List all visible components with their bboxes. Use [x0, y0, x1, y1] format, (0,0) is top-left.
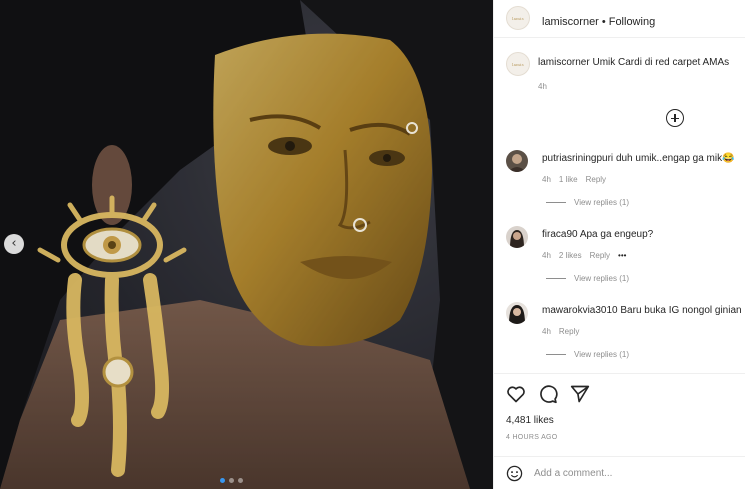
post-photo: ‹ [0, 0, 493, 489]
comment-meta: 4h 1 like Reply [542, 175, 606, 184]
comment-username[interactable]: firaca90 [542, 229, 578, 240]
avatar-logo-text: lamis [512, 61, 524, 67]
add-comment-input[interactable] [534, 466, 724, 480]
load-more-comments-button[interactable] [666, 109, 684, 127]
comment-text: Apa ga engeup? [579, 229, 654, 240]
caption-body: Umik Cardi di red carpet AMAs [592, 57, 730, 68]
comment-icon[interactable] [538, 384, 558, 404]
reply-button[interactable]: Reply [559, 327, 579, 336]
carousel-dot [238, 478, 243, 483]
commenter-avatar[interactable] [506, 150, 528, 172]
heart-icon[interactable] [506, 384, 526, 404]
post-header: lamis lamiscorner • Following [494, 0, 745, 38]
more-options-icon[interactable]: ••• [618, 251, 626, 260]
carousel-dot [220, 478, 225, 483]
comment-item: putriasriningpuri duh umik..engap ga mik… [506, 150, 745, 210]
caption-username[interactable]: lamiscorner [538, 57, 590, 68]
comment-text: duh umik..engap ga mik [615, 153, 723, 164]
comment-username[interactable]: putriasriningpuri [542, 153, 613, 164]
comment-text: Baru buka IG nongol ginian [620, 305, 742, 316]
view-replies-button[interactable]: View replies (1) [546, 274, 629, 283]
view-replies-button[interactable]: View replies (1) [546, 198, 629, 207]
comment-time: 4h [542, 327, 551, 336]
comment-username[interactable]: mawarokvia3010 [542, 305, 618, 316]
emoji-icon[interactable] [506, 465, 523, 482]
carousel-dots [220, 478, 243, 483]
comment-likes[interactable]: 2 likes [559, 251, 582, 260]
comment-time: 4h [542, 175, 551, 184]
comment-meta: 4h Reply [542, 327, 579, 336]
caption-text: lamiscorner Umik Cardi di red carpet AMA… [538, 57, 729, 68]
comment-likes[interactable]: 1 like [559, 175, 578, 184]
view-replies-label: View replies (1) [574, 198, 629, 207]
view-replies-label: View replies (1) [574, 350, 629, 359]
caption-time: 4h [538, 82, 547, 91]
laughing-emoji-icon: 😂 [722, 153, 735, 164]
avatar-logo-text: lamis [512, 15, 524, 21]
commenter-avatar[interactable] [506, 226, 528, 248]
add-comment-bar [494, 456, 745, 489]
post-age: 4 HOURS AGO [506, 434, 558, 441]
caption-author-avatar[interactable]: lamis [506, 52, 530, 76]
author-avatar[interactable]: lamis [506, 6, 530, 30]
commenter-avatar[interactable] [506, 302, 528, 324]
photo-illustration [0, 0, 493, 489]
header-separator: • [601, 16, 606, 28]
following-button[interactable]: Following [609, 16, 655, 28]
author-username[interactable]: lamiscorner [542, 16, 599, 28]
carousel-prev-button[interactable]: ‹ [4, 234, 24, 254]
post-side-panel: lamis lamiscorner • Following lamis lamisc… [493, 0, 745, 489]
comment-item: firaca90 Apa ga engeup? 4h 2 likes Reply… [506, 226, 745, 286]
reply-button[interactable]: Reply [586, 175, 606, 184]
view-replies-button[interactable]: View replies (1) [546, 350, 629, 359]
likes-count[interactable]: 4,481 likes [506, 415, 554, 426]
carousel-dot [229, 478, 234, 483]
comment-meta: 4h 2 likes Reply ••• [542, 251, 626, 260]
comment-time: 4h [542, 251, 551, 260]
reply-button[interactable]: Reply [590, 251, 610, 260]
view-replies-label: View replies (1) [574, 274, 629, 283]
share-icon[interactable] [570, 384, 590, 404]
comment-item: mawarokvia3010 Baru buka IG nongol ginia… [506, 302, 745, 362]
